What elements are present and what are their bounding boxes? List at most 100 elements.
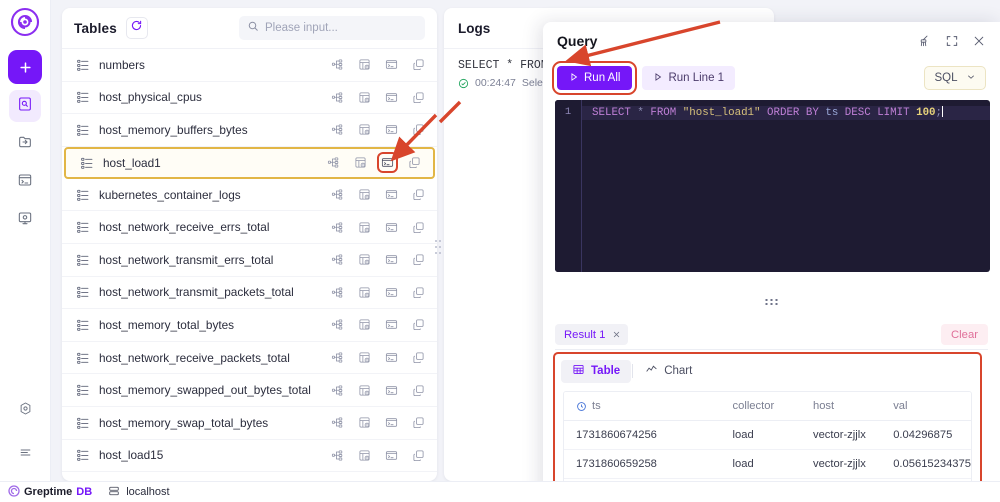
table-info-icon[interactable] — [358, 351, 371, 364]
run-query-icon[interactable] — [385, 384, 398, 397]
schema-tree-icon[interactable] — [331, 384, 344, 397]
run-query-icon[interactable] — [381, 156, 394, 169]
table-row[interactable]: host_network_transmit_errs_total — [62, 244, 437, 277]
run-query-icon[interactable] — [385, 351, 398, 364]
table-info-icon[interactable] — [358, 449, 371, 462]
tables-list[interactable]: numbershost_physical_cpushost_memory_buf… — [62, 49, 437, 481]
schema-tree-icon[interactable] — [331, 416, 344, 429]
copy-icon[interactable] — [412, 351, 425, 364]
result-tab-close-icon[interactable] — [612, 330, 621, 339]
copy-icon[interactable] — [412, 384, 425, 397]
table-info-icon[interactable] — [358, 58, 371, 71]
run-line-button[interactable]: Run Line 1 — [642, 66, 735, 90]
table-row[interactable]: kubernetes_container_logs — [62, 179, 437, 212]
table-name-label: host_load1 — [103, 156, 161, 170]
table-row[interactable]: numbers — [62, 49, 437, 82]
copy-icon[interactable] — [412, 416, 425, 429]
new-query-button[interactable] — [8, 50, 42, 84]
clear-button[interactable]: Clear — [941, 324, 988, 345]
column-header-ts[interactable]: ts — [564, 392, 721, 421]
tab-chart-view[interactable]: Chart — [634, 360, 703, 383]
editor-line-1[interactable]: SELECT * FROM "host_load1" ORDER BY ts D… — [582, 106, 990, 120]
language-select[interactable]: SQL — [924, 66, 986, 90]
table-row[interactable]: host_network_receive_packets_total — [62, 342, 437, 375]
table-row[interactable]: host_memory_buffers_bytes — [62, 114, 437, 147]
sidebar-item-collapse-menu[interactable] — [9, 439, 41, 471]
sidebar-item-query-console[interactable] — [9, 90, 41, 122]
search-input[interactable] — [265, 22, 417, 34]
clean-broom-icon[interactable] — [918, 34, 932, 48]
tab-table-view[interactable]: Table — [561, 360, 631, 383]
sidebar-item-settings[interactable] — [9, 395, 41, 427]
run-query-icon[interactable] — [385, 123, 398, 136]
sql-editor[interactable]: 1 SELECT * FROM "host_load1" ORDER BY ts… — [555, 100, 990, 272]
run-query-icon[interactable] — [385, 416, 398, 429]
fullscreen-icon[interactable] — [945, 34, 959, 48]
host-status[interactable]: localhost — [108, 485, 169, 500]
table-info-icon[interactable] — [358, 91, 371, 104]
table-info-icon[interactable] — [358, 253, 371, 266]
copy-icon[interactable] — [412, 449, 425, 462]
run-query-icon[interactable] — [385, 318, 398, 331]
table-info-icon[interactable] — [358, 221, 371, 234]
copy-icon[interactable] — [412, 286, 425, 299]
close-icon[interactable] — [972, 34, 986, 48]
copy-icon[interactable] — [412, 318, 425, 331]
table-row[interactable]: host_network_transmit_packets_total — [62, 277, 437, 310]
column-header-host[interactable]: host — [801, 392, 881, 421]
schema-tree-icon[interactable] — [331, 221, 344, 234]
editor-code[interactable]: SELECT * FROM "host_load1" ORDER BY ts D… — [582, 100, 990, 272]
column-header-collector[interactable]: collector — [721, 392, 801, 421]
schema-tree-icon[interactable] — [331, 123, 344, 136]
table-row[interactable]: host_memory_swapped_out_bytes_total — [62, 374, 437, 407]
schema-tree-icon[interactable] — [331, 286, 344, 299]
copy-icon[interactable] — [412, 58, 425, 71]
table-info-icon[interactable] — [358, 416, 371, 429]
schema-tree-icon[interactable] — [331, 449, 344, 462]
run-query-icon[interactable] — [385, 91, 398, 104]
run-query-icon[interactable] — [385, 286, 398, 299]
table-row-selected[interactable]: host_load1 — [64, 147, 435, 179]
copy-icon[interactable] — [412, 221, 425, 234]
table-info-icon[interactable] — [354, 156, 367, 169]
run-query-icon[interactable] — [385, 188, 398, 201]
run-query-icon[interactable] — [385, 58, 398, 71]
sidebar-item-ingest[interactable] — [9, 128, 41, 160]
refresh-button[interactable] — [126, 17, 148, 39]
search-box[interactable] — [239, 16, 425, 40]
table-row[interactable]: host_memory_total_bytes — [62, 309, 437, 342]
table-row[interactable]: host_memory_swap_total_bytes — [62, 407, 437, 440]
table-info-icon[interactable] — [358, 384, 371, 397]
table-info-icon[interactable] — [358, 188, 371, 201]
schema-tree-icon[interactable] — [331, 58, 344, 71]
table-row[interactable]: host_network_receive_errs_total — [62, 211, 437, 244]
sidebar-item-scripts[interactable] — [9, 166, 41, 198]
schema-tree-icon[interactable] — [331, 351, 344, 364]
schema-tree-icon[interactable] — [327, 156, 340, 169]
column-header-val[interactable]: val — [881, 392, 971, 421]
table-row[interactable]: host_physical_cpus — [62, 82, 437, 115]
schema-tree-icon[interactable] — [331, 318, 344, 331]
table-row[interactable]: host_load15 — [62, 440, 437, 473]
schema-tree-icon[interactable] — [331, 253, 344, 266]
run-query-icon[interactable] — [385, 221, 398, 234]
run-all-button[interactable]: Run All — [557, 66, 632, 90]
run-query-icon[interactable] — [385, 449, 398, 462]
schema-tree-icon[interactable] — [331, 188, 344, 201]
copy-icon[interactable] — [412, 91, 425, 104]
schema-tree-icon[interactable] — [331, 91, 344, 104]
table-row[interactable]: 1731860659258loadvector-zjjlx0.056152343… — [564, 450, 971, 479]
sidebar-item-dashboard[interactable] — [9, 204, 41, 236]
table-info-icon[interactable] — [358, 286, 371, 299]
copy-icon[interactable] — [412, 123, 425, 136]
result-tab-1[interactable]: Result 1 — [555, 324, 628, 345]
panel-resize-handle[interactable] — [435, 240, 441, 254]
run-query-icon[interactable] — [385, 253, 398, 266]
table-info-icon[interactable] — [358, 318, 371, 331]
table-info-icon[interactable] — [358, 123, 371, 136]
copy-icon[interactable] — [408, 156, 421, 169]
copy-icon[interactable] — [412, 253, 425, 266]
copy-icon[interactable] — [412, 188, 425, 201]
editor-resize-grip[interactable] — [765, 299, 778, 305]
table-row[interactable]: 1731860674256loadvector-zjjlx0.04296875 — [564, 421, 971, 450]
